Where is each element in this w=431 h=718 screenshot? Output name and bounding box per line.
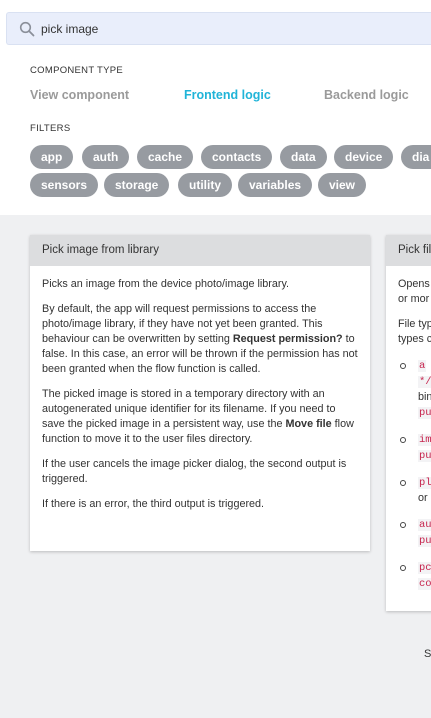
filter-chip-variables[interactable]: variables: [238, 173, 313, 197]
bullet-icon: [400, 522, 406, 528]
code-snippet: pu: [418, 407, 431, 419]
code-snippet: au: [418, 519, 431, 531]
code-snippet: pu: [418, 450, 431, 462]
list-item: pl or: [398, 475, 431, 506]
type-option-view-component[interactable]: View component: [30, 88, 129, 102]
filter-chip-utility[interactable]: utility: [178, 173, 232, 197]
list-item: a */ bin pu: [398, 358, 431, 421]
card-paragraph: The picked image is stored in a temporar…: [42, 388, 354, 445]
filter-chip-storage[interactable]: storage: [104, 173, 170, 197]
filter-chip-dia[interactable]: dia: [401, 145, 431, 169]
card-text-fragment: File typ: [398, 318, 431, 330]
card-description: Picks an image from the device photo/ima…: [30, 266, 370, 512]
filter-chip-sensors[interactable]: sensors: [30, 173, 99, 197]
bullet-icon: [400, 437, 406, 443]
bullet-icon: [400, 480, 406, 486]
card-paragraph: By default, the app will request permiss…: [42, 303, 358, 375]
result-card-pick-file[interactable]: Pick fil Opens or mor File typ types c a…: [386, 235, 431, 611]
list-item: au pu: [398, 517, 431, 549]
list-item-text: bin: [418, 391, 431, 403]
filters-label: FILTERS: [30, 123, 71, 134]
code-snippet: pu: [418, 535, 431, 547]
search-bar[interactable]: [6, 12, 431, 45]
card-paragraph: If the user cancels the image picker dia…: [42, 458, 347, 485]
list-item-text: or: [418, 492, 428, 504]
filter-chip-contacts[interactable]: contacts: [201, 145, 273, 169]
filter-chip-data[interactable]: data: [280, 145, 327, 169]
card-title: Pick image from library: [30, 235, 370, 266]
component-type-options: View component Frontend logic Backend lo…: [30, 88, 431, 104]
code-snippet: a: [418, 360, 427, 372]
code-snippet: im: [418, 434, 431, 446]
card-title: Pick fil: [386, 235, 431, 266]
card-text-fragment: or mor: [398, 293, 430, 305]
results-area: Pick image from library Picks an image f…: [0, 215, 431, 718]
search-input[interactable]: [41, 17, 431, 41]
card-paragraph: Picks an image from the device photo/ima…: [42, 278, 290, 290]
code-snippet: */: [418, 376, 431, 388]
card-text-fragment: Opens: [398, 278, 430, 290]
filter-chip-app[interactable]: app: [30, 145, 74, 169]
text-fragment: S: [424, 648, 431, 660]
search-icon: [19, 21, 35, 37]
list-item: pc co: [398, 560, 431, 592]
code-snippet: pl: [418, 477, 431, 489]
bullet-icon: [400, 565, 406, 571]
filter-chip-cache[interactable]: cache: [137, 145, 194, 169]
component-type-label: COMPONENT TYPE: [30, 65, 124, 76]
code-snippet: pc: [418, 562, 431, 574]
card-paragraph: If there is an error, the third output i…: [42, 498, 265, 510]
card-text-fragment: types c: [398, 333, 431, 345]
type-option-frontend-logic[interactable]: Frontend logic: [184, 88, 271, 102]
result-card-pick-image[interactable]: Pick image from library Picks an image f…: [30, 235, 370, 551]
code-snippet: co: [418, 578, 431, 590]
card-description: Opens or mor File typ types c a */ bin p…: [386, 266, 431, 592]
type-option-backend-logic[interactable]: Backend logic: [324, 88, 409, 102]
bullet-icon: [400, 363, 406, 369]
filter-chip-auth[interactable]: auth: [82, 145, 130, 169]
filter-chip-device[interactable]: device: [334, 145, 394, 169]
filter-chip-view[interactable]: view: [318, 173, 367, 197]
list-item: im pu: [398, 432, 431, 464]
